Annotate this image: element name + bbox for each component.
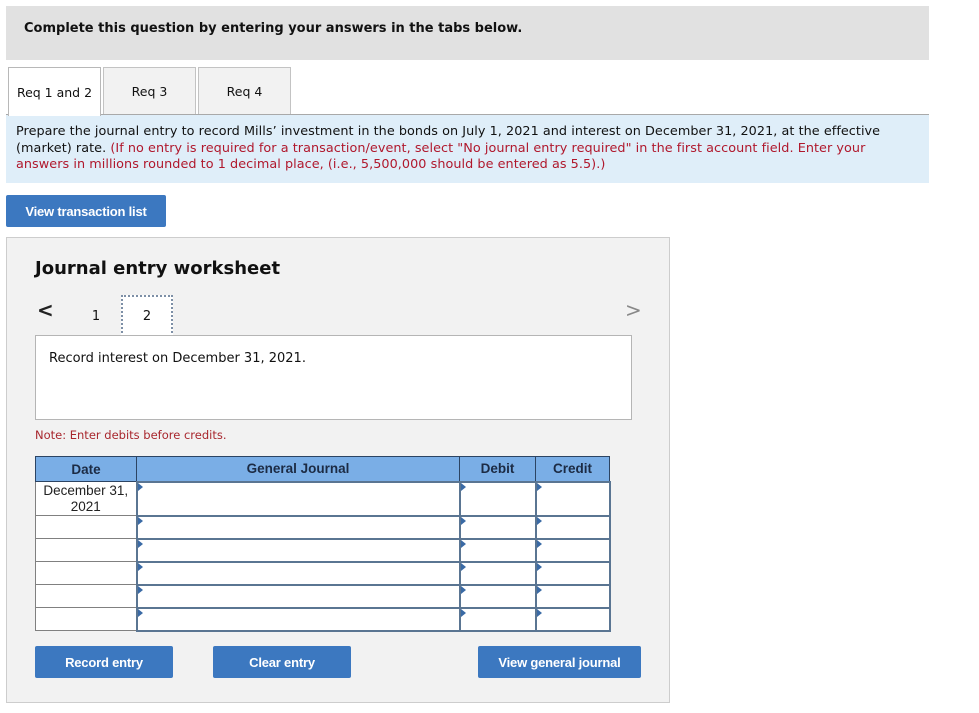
transaction-description: Record interest on December 31, 2021. bbox=[35, 335, 632, 420]
date-cell bbox=[35, 538, 137, 562]
credit-input[interactable] bbox=[534, 514, 611, 540]
chevron-right-icon[interactable]: > bbox=[625, 298, 642, 322]
account-input[interactable] bbox=[135, 537, 461, 563]
table-row bbox=[35, 560, 611, 586]
table-header-row: Date General Journal Debit Credit bbox=[35, 456, 610, 482]
general-journal-table: Date General Journal Debit Credit Decemb… bbox=[35, 456, 611, 632]
table-row bbox=[35, 514, 611, 540]
table-row bbox=[35, 583, 611, 609]
debit-input[interactable] bbox=[458, 480, 537, 517]
date-cell: December 31, 2021 bbox=[35, 481, 137, 516]
worksheet-title: Journal entry worksheet bbox=[35, 258, 281, 279]
debit-input[interactable] bbox=[458, 514, 537, 540]
table-row bbox=[35, 606, 611, 632]
header-credit: Credit bbox=[535, 456, 610, 482]
record-entry-button[interactable]: Record entry bbox=[35, 646, 173, 678]
tab-req-1-and-2[interactable]: Req 1 and 2 bbox=[8, 67, 101, 116]
date-cell bbox=[35, 561, 137, 585]
date-cell bbox=[35, 515, 137, 539]
header-general-journal: General Journal bbox=[136, 456, 460, 482]
account-input[interactable] bbox=[135, 560, 461, 586]
instruction-text: Complete this question by entering your … bbox=[24, 21, 523, 36]
view-transaction-list-button[interactable]: View transaction list bbox=[6, 195, 166, 227]
account-input[interactable] bbox=[135, 514, 461, 540]
header-date: Date bbox=[35, 456, 137, 482]
debit-input[interactable] bbox=[458, 606, 537, 632]
credit-input[interactable] bbox=[534, 480, 611, 517]
clear-entry-button[interactable]: Clear entry bbox=[213, 646, 351, 678]
worksheet-page-2[interactable]: 2 bbox=[121, 295, 173, 337]
account-input[interactable] bbox=[135, 480, 461, 517]
prompt-instruction-note: (If no entry is required for a transacti… bbox=[16, 140, 866, 173]
debit-input[interactable] bbox=[458, 560, 537, 586]
journal-entry-worksheet: Journal entry worksheet < 1 2 > Record i… bbox=[6, 237, 670, 703]
debits-before-credits-note: Note: Enter debits before credits. bbox=[35, 428, 227, 442]
table-row bbox=[35, 537, 611, 563]
tab-req-3[interactable]: Req 3 bbox=[103, 67, 196, 115]
credit-input[interactable] bbox=[534, 606, 611, 632]
credit-input[interactable] bbox=[534, 560, 611, 586]
date-cell bbox=[35, 584, 137, 608]
table-row: December 31, 2021 bbox=[35, 480, 611, 517]
debit-input[interactable] bbox=[458, 583, 537, 609]
question-prompt: Prepare the journal entry to record Mill… bbox=[6, 115, 929, 183]
header-debit: Debit bbox=[459, 456, 536, 482]
date-cell bbox=[35, 607, 137, 631]
chevron-left-icon[interactable]: < bbox=[37, 298, 54, 322]
transaction-description-text: Record interest on December 31, 2021. bbox=[49, 351, 306, 366]
credit-input[interactable] bbox=[534, 583, 611, 609]
credit-input[interactable] bbox=[534, 537, 611, 563]
instruction-banner: Complete this question by entering your … bbox=[6, 6, 929, 60]
debit-input[interactable] bbox=[458, 537, 537, 563]
account-input[interactable] bbox=[135, 606, 461, 632]
tab-req-4[interactable]: Req 4 bbox=[198, 67, 291, 115]
account-input[interactable] bbox=[135, 583, 461, 609]
worksheet-page-1[interactable]: 1 bbox=[70, 295, 122, 337]
view-general-journal-button[interactable]: View general journal bbox=[478, 646, 641, 678]
